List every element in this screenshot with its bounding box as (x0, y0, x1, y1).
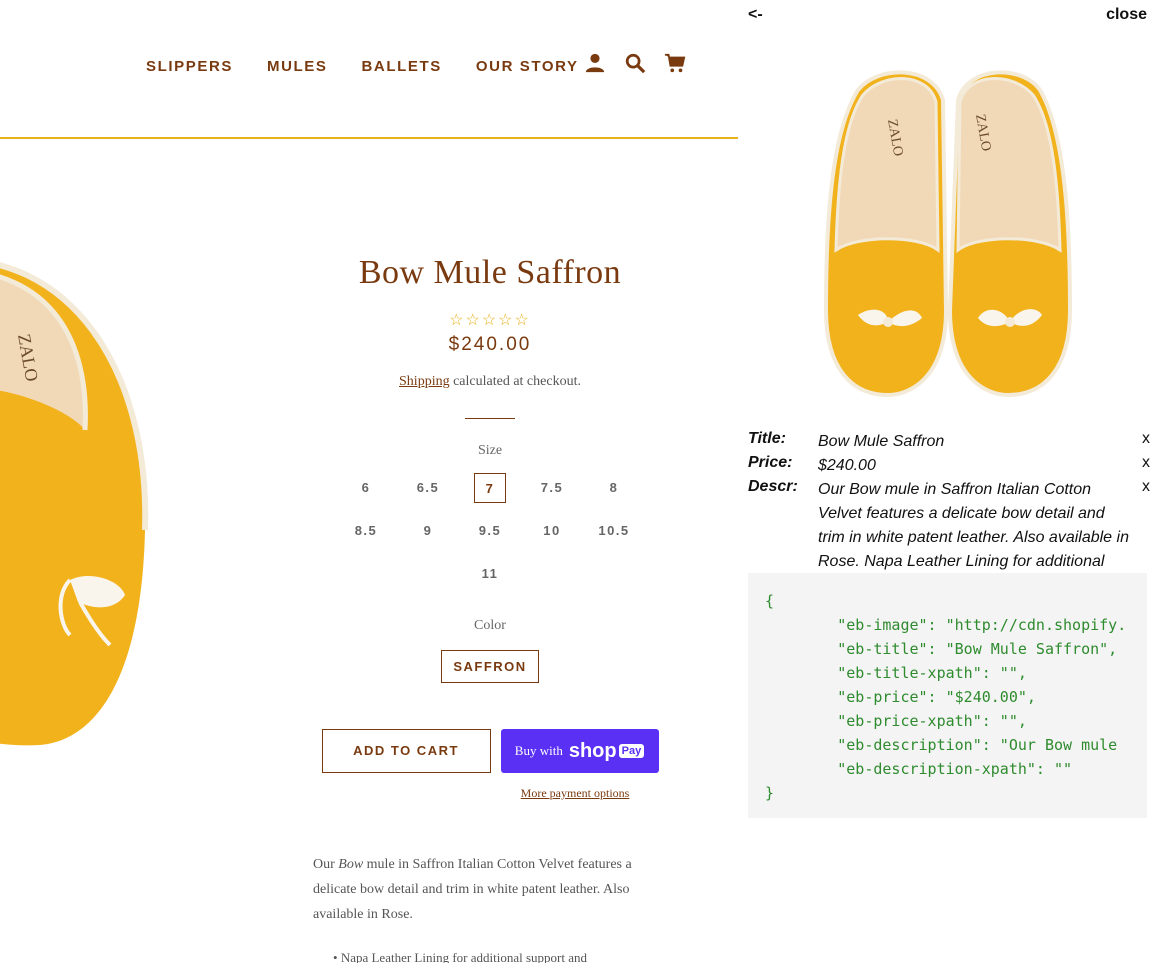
product-info: Bow Mule Saffron ☆☆☆☆☆ $240.00 Shipping … (260, 250, 720, 801)
remove-field-button[interactable]: x (1142, 430, 1150, 448)
product-image-main[interactable]: ZALO (0, 250, 150, 750)
size-option[interactable]: 8 (589, 473, 639, 503)
shipping-note: Shipping calculated at checkout. (260, 374, 720, 390)
nav-link-slippers[interactable]: SLIPPERS (146, 58, 233, 75)
size-option[interactable]: 7.5 (527, 473, 577, 503)
field-key: Descr: (748, 478, 798, 495)
size-option[interactable]: 10.5 (589, 516, 639, 546)
size-option-selected[interactable]: 7 (474, 473, 506, 503)
nav-link-our-story[interactable]: OUR STORY (476, 58, 579, 75)
product-description: Our Bow mule in Saffron Italian Cotton V… (313, 852, 663, 927)
add-to-cart-button[interactable]: ADD TO CART (321, 729, 491, 773)
nav-link-mules[interactable]: MULES (267, 58, 328, 75)
size-option[interactable]: 11 (465, 559, 515, 589)
cart-icon[interactable] (664, 52, 688, 76)
panel-product-image: ZALO ZALO (823, 70, 1073, 398)
field-key: Price: (748, 454, 793, 471)
extractor-panel: <- close ZALO ZALO Title: Bow Mule Saffr… (738, 0, 1157, 963)
star-icon: ☆ (465, 312, 482, 329)
site-header: SLIPPERS MULES BALLETS OUR STORY (0, 0, 738, 139)
store-page: SLIPPERS MULES BALLETS OUR STORY ZALO Bo… (0, 0, 738, 963)
size-option[interactable]: 9 (403, 516, 453, 546)
remove-field-button[interactable]: x (1142, 454, 1150, 472)
json-output[interactable]: { "eb-image": "http://cdn.shopify. "eb-t… (748, 573, 1147, 818)
size-label: Size (477, 443, 503, 458)
size-option[interactable]: 8.5 (341, 516, 391, 546)
size-option[interactable]: 6 (341, 473, 391, 503)
remove-field-button[interactable]: x (1142, 478, 1150, 496)
buy-with-shop-pay-button[interactable]: Buy with shop Pay (500, 729, 659, 773)
close-button[interactable]: close (1106, 6, 1147, 24)
shop-logo: shop (568, 739, 617, 762)
header-icons (584, 52, 704, 76)
search-icon[interactable] (624, 52, 648, 76)
field-value: Bow Mule Saffron (818, 433, 945, 450)
divider (465, 418, 515, 419)
star-icon: ☆ (498, 312, 515, 329)
size-option[interactable]: 9.5 (465, 516, 515, 546)
star-icon: ☆ (514, 312, 531, 329)
buy-buttons: ADD TO CART Buy with shop Pay (260, 729, 720, 773)
product-title: Bow Mule Saffron (358, 254, 622, 291)
nav-link-ballets[interactable]: BALLETS (362, 58, 442, 75)
desc-prefix: Our (313, 857, 335, 872)
main-nav: SLIPPERS MULES BALLETS OUR STORY (146, 58, 613, 75)
desc-emphasis: Bow (338, 857, 364, 872)
description-bullet: • Napa Leather Lining for additional sup… (333, 950, 588, 963)
pay-badge: Pay (618, 744, 645, 758)
shipping-link[interactable]: Shipping (399, 374, 450, 389)
field-value: $240.00 (818, 457, 876, 474)
bullet-text: Napa Leather Lining for additional suppo… (340, 950, 588, 963)
size-option[interactable]: 10 (527, 516, 577, 546)
star-icon: ☆ (449, 312, 466, 329)
product-price: $240.00 (448, 334, 532, 355)
star-icon: ☆ (481, 312, 499, 329)
field-value: Our Bow mule in Saffron Italian Cotton V… (818, 481, 1129, 570)
color-option-saffron[interactable]: SAFFRON (441, 650, 539, 683)
buy-with-label: Buy with (514, 743, 563, 758)
back-button[interactable]: <- (748, 6, 763, 24)
size-options: 6 6.5 7 7.5 8 8.5 9 9.5 10 10.5 11 (325, 473, 655, 602)
color-label: Color (474, 618, 506, 633)
field-key: Title: (748, 430, 786, 447)
rating-stars[interactable]: ☆☆☆☆☆ (260, 310, 720, 330)
json-text: { "eb-image": "http://cdn.shopify. "eb-t… (765, 592, 1127, 802)
size-option[interactable]: 6.5 (403, 473, 453, 503)
shipping-text: calculated at checkout. (453, 374, 581, 389)
user-icon[interactable] (584, 52, 608, 76)
more-payment-options-link[interactable]: More payment options (430, 786, 720, 801)
